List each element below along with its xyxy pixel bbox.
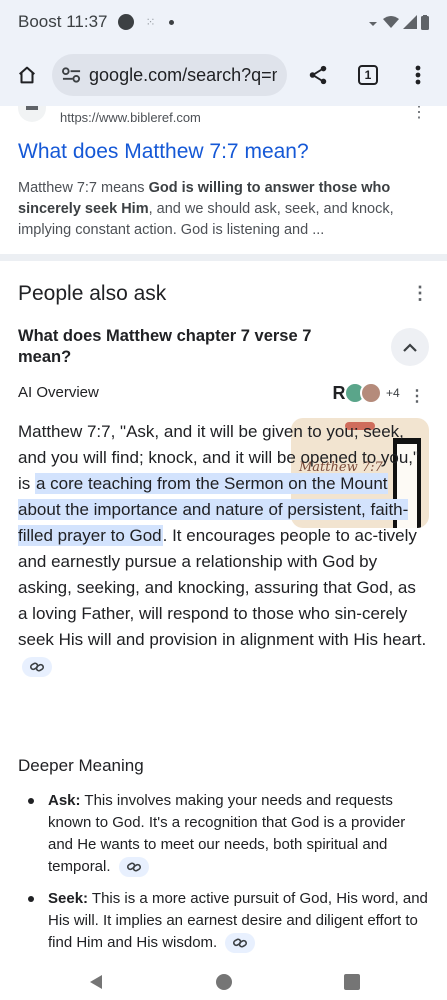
deeper-meaning-heading: Deeper Meaning bbox=[18, 756, 144, 775]
tune-icon[interactable] bbox=[62, 66, 81, 84]
result-snippet: Matthew 7:7 means God is willing to answ… bbox=[18, 180, 394, 238]
vibrate-icon bbox=[369, 22, 377, 26]
recents-nav-button[interactable] bbox=[288, 974, 416, 990]
more-vert-icon bbox=[415, 65, 421, 85]
list-item: Ask: This involves making your needs and… bbox=[18, 790, 428, 878]
ai-overview-text: Matthew 7:7, "Ask, and it will be given … bbox=[18, 419, 428, 679]
search-results[interactable]: https://www.bibleref.com ⋮ What does Mat… bbox=[0, 106, 447, 964]
carrier-time: Boost 11:37 bbox=[18, 12, 108, 31]
share-button[interactable] bbox=[301, 58, 335, 92]
citation-link-button[interactable] bbox=[22, 656, 52, 677]
result-source-url[interactable]: https://www.bibleref.com bbox=[60, 110, 201, 125]
ai-more-icon[interactable]: ⋮ bbox=[409, 386, 425, 406]
back-nav-icon bbox=[89, 975, 102, 989]
paa-question[interactable]: What does Matthew chapter 7 verse 7 mean… bbox=[18, 326, 338, 368]
link-icon bbox=[233, 938, 248, 948]
tab-switcher-icon: 1 bbox=[358, 65, 378, 85]
link-icon bbox=[126, 862, 141, 872]
recents-nav-icon bbox=[343, 974, 360, 990]
signal-icon bbox=[403, 15, 417, 29]
home-nav-icon bbox=[215, 974, 232, 990]
chevron-up-icon bbox=[403, 342, 417, 352]
browser-toolbar: google.com/search?q=m 1 bbox=[0, 44, 447, 106]
citation-link-button[interactable] bbox=[225, 933, 256, 954]
list-item: Seek: This is a more active pursuit of G… bbox=[18, 888, 428, 954]
home-button[interactable] bbox=[10, 58, 44, 92]
status-bar: Boost 11:37 ⁙ bbox=[0, 0, 447, 44]
system-nav-bar bbox=[0, 964, 447, 1000]
section-divider bbox=[0, 254, 447, 261]
result-more-icon[interactable]: ⋮ bbox=[411, 106, 427, 122]
avatar bbox=[360, 382, 382, 404]
paa-more-icon[interactable]: ⋮ bbox=[411, 284, 429, 302]
ai-overview-label: AI Overview bbox=[18, 384, 99, 401]
home-icon bbox=[19, 66, 35, 84]
more-sources-count: +4 bbox=[386, 386, 400, 400]
battery-icon bbox=[421, 14, 429, 30]
url-text: google.com/search?q=m bbox=[89, 64, 277, 85]
notification-icon bbox=[117, 14, 134, 30]
home-nav-button[interactable] bbox=[160, 973, 288, 991]
deeper-meaning-list: Ask: This involves making your needs and… bbox=[18, 790, 428, 964]
system-icons bbox=[367, 14, 429, 30]
people-also-ask-title: People also ask bbox=[18, 282, 167, 305]
citation-link-button[interactable] bbox=[118, 857, 149, 878]
result-title-link[interactable]: What does Matthew 7:7 mean? bbox=[18, 140, 309, 164]
more-notifications-icon bbox=[168, 19, 174, 25]
tab-switcher-button[interactable]: 1 bbox=[351, 58, 385, 92]
address-bar[interactable]: google.com/search?q=m bbox=[52, 54, 287, 96]
back-nav-button[interactable] bbox=[32, 973, 160, 991]
site-favicon bbox=[18, 106, 46, 122]
share-icon bbox=[309, 65, 327, 85]
collapse-question-button[interactable] bbox=[391, 328, 429, 366]
menu-button[interactable] bbox=[401, 58, 435, 92]
grid-notification-icon: ⁙ bbox=[145, 15, 156, 29]
source-avatars[interactable]: R +4 bbox=[328, 382, 400, 404]
wifi-icon bbox=[383, 16, 399, 28]
link-icon bbox=[30, 662, 44, 671]
